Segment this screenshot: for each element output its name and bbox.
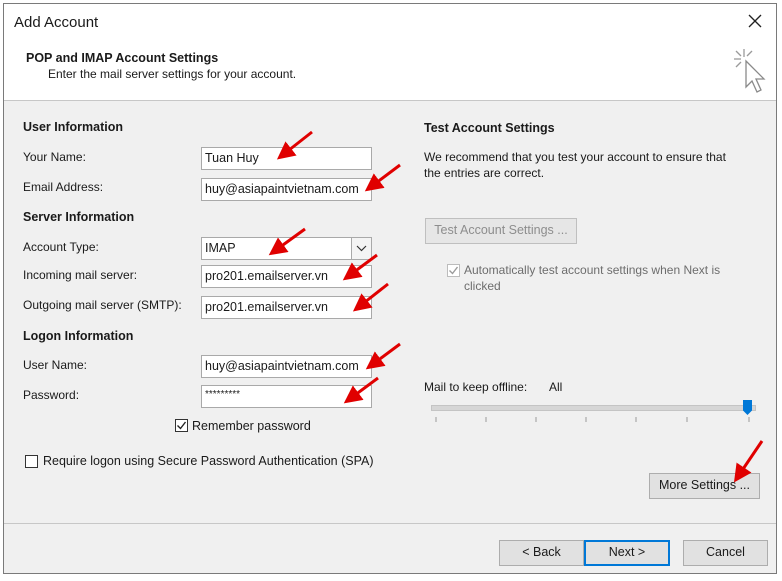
- header-title: POP and IMAP Account Settings: [26, 51, 219, 65]
- auto-test-label-line1: Automatically test account settings when…: [464, 263, 721, 277]
- cursor-sparkle-icon: [734, 49, 766, 93]
- window-title: Add Account: [14, 14, 99, 31]
- email-address-label: Email Address:: [23, 180, 104, 194]
- spa-label: Require logon using Secure Password Auth…: [43, 454, 374, 468]
- cancel-button[interactable]: Cancel: [683, 540, 768, 566]
- annotation-arrow: [364, 163, 401, 192]
- auto-test-checkbox[interactable]: [447, 264, 460, 277]
- test-settings-heading: Test Account Settings: [424, 121, 555, 135]
- annotation-arrow: [365, 342, 401, 370]
- close-icon[interactable]: [744, 10, 766, 32]
- spa-checkbox[interactable]: [25, 455, 38, 468]
- your-name-label: Your Name:: [23, 150, 86, 164]
- test-account-settings-button[interactable]: Test Account Settings ...: [425, 218, 577, 244]
- account-type-select[interactable]: IMAP: [201, 237, 372, 260]
- outgoing-server-input[interactable]: pro201.emailserver.vn: [201, 296, 372, 319]
- slider-ticks: [435, 417, 750, 422]
- remember-password-checkbox[interactable]: [175, 419, 188, 432]
- test-description-line2: the entries are correct.: [424, 166, 545, 180]
- dropdown-button[interactable]: [351, 238, 371, 259]
- offline-slider-thumb[interactable]: [743, 400, 752, 415]
- password-label: Password:: [23, 388, 80, 402]
- remember-password-label: Remember password: [192, 419, 311, 433]
- footer-separator: [4, 523, 776, 524]
- user-information-heading: User Information: [23, 120, 124, 134]
- user-name-input[interactable]: huy@asiapaintvietnam.com: [201, 355, 372, 378]
- back-button[interactable]: < Back: [499, 540, 584, 566]
- user-name-label: User Name:: [23, 358, 88, 372]
- chevron-down-icon: [356, 245, 367, 252]
- test-description-line1: We recommend that you test your account …: [424, 150, 726, 164]
- wizard-header: POP and IMAP Account Settings Enter the …: [4, 40, 776, 101]
- annotation-arrow: [733, 440, 764, 483]
- account-type-value: IMAP: [205, 241, 236, 255]
- auto-test-label-line2: clicked: [464, 279, 501, 293]
- header-subtitle: Enter the mail server settings for your …: [48, 67, 297, 81]
- server-information-heading: Server Information: [23, 210, 135, 224]
- checkmark-icon: [449, 266, 459, 275]
- offline-value: All: [549, 380, 563, 394]
- outgoing-server-label: Outgoing mail server (SMTP):: [23, 298, 182, 312]
- checkmark-icon: [177, 421, 187, 430]
- more-settings-button[interactable]: More Settings ...: [649, 473, 760, 499]
- logon-information-heading: Logon Information: [23, 329, 134, 343]
- your-name-input[interactable]: Tuan Huy: [201, 147, 372, 170]
- incoming-server-input[interactable]: pro201.emailserver.vn: [201, 265, 372, 288]
- email-address-input[interactable]: huy@asiapaintvietnam.com: [201, 178, 372, 201]
- title-bar: Add Account: [4, 4, 776, 40]
- password-input[interactable]: *********: [201, 385, 372, 408]
- incoming-server-label: Incoming mail server:: [23, 268, 138, 282]
- account-type-label: Account Type:: [23, 240, 99, 254]
- offline-label: Mail to keep offline:: [424, 380, 528, 394]
- next-button[interactable]: Next >: [584, 540, 670, 566]
- add-account-dialog: Add Account POP and IMAP Account Setting…: [3, 3, 777, 574]
- offline-slider-track[interactable]: [431, 405, 756, 411]
